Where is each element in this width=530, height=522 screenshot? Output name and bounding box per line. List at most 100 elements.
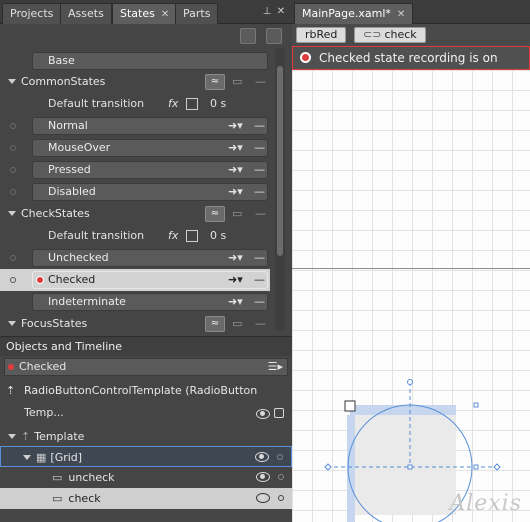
visibility-icon[interactable] (256, 493, 270, 503)
state-indicator (10, 123, 16, 129)
states-toolbar (0, 24, 292, 48)
remove-state-icon[interactable]: — (254, 117, 265, 135)
tree-item-grid[interactable]: ▦ [Grid] (0, 446, 292, 467)
close-icon[interactable]: ✕ (161, 9, 169, 20)
state-row-checked[interactable]: Checked ➜▾ — (0, 269, 270, 291)
state-label: Checked (48, 273, 96, 286)
state-label: Unchecked (48, 251, 109, 264)
add-transition-icon[interactable]: ➜▾ (228, 117, 243, 135)
tree-item-uncheck[interactable]: ▭ uncheck (0, 467, 292, 488)
add-transition-icon[interactable]: ➜▾ (228, 139, 243, 157)
remove-group-icon[interactable]: — (255, 207, 271, 221)
remove-state-icon[interactable]: — (254, 161, 265, 179)
pin-icon[interactable]: ⊥ (262, 6, 272, 18)
easing-function-icon[interactable]: fx (168, 95, 178, 113)
add-transition-icon[interactable]: ➜▾ (228, 293, 243, 311)
states-scrollbar[interactable] (275, 48, 285, 330)
state-row-mouseover[interactable]: MouseOver ➜▾ — (0, 137, 272, 159)
lock-toggle[interactable] (278, 474, 284, 480)
breadcrumb-item[interactable]: ⊂⊃ check (354, 27, 426, 43)
state-row-normal[interactable]: Normal ➜▾ — (0, 115, 272, 137)
transition-duration[interactable]: 0 s (210, 95, 226, 113)
current-state-bar[interactable]: Checked ☰▸ (4, 358, 288, 376)
remove-state-icon[interactable]: — (254, 139, 265, 157)
close-icon[interactable]: ✕ (397, 9, 405, 20)
collapse-icon[interactable] (8, 79, 16, 84)
tree-item-check[interactable]: ▭ check (0, 488, 292, 509)
tab-label: Assets (68, 7, 104, 20)
breadcrumb-item[interactable]: rbRed (296, 27, 347, 43)
template-path-row[interactable]: ⇡ RadioButtonControlTemplate (RadioButto… (0, 380, 292, 419)
artboard[interactable]: Alexis (292, 70, 530, 522)
add-state-icon[interactable]: ▭ (232, 207, 248, 221)
visibility-icon[interactable] (256, 409, 270, 419)
default-transition-row: Default transition fx 0 s (0, 93, 272, 115)
state-row-indeterminate[interactable]: Indeterminate ➜▾ — (0, 291, 272, 313)
tab-states[interactable]: States ✕ (112, 3, 178, 24)
state-row-disabled[interactable]: Disabled ➜▾ — (0, 181, 272, 203)
state-row-unchecked[interactable]: Unchecked ➜▾ — (0, 247, 272, 269)
remove-state-icon[interactable]: — (254, 183, 265, 201)
tab-mainpage[interactable]: MainPage.xaml* ✕ (294, 3, 414, 24)
add-transition-icon[interactable]: ➜▾ (228, 271, 243, 289)
easing-box-icon[interactable] (186, 98, 198, 110)
expand-icon[interactable] (8, 434, 16, 439)
add-state-icon[interactable]: ▭ (232, 317, 248, 331)
tab-label: States (120, 7, 155, 20)
default-transition-label: Default transition (48, 229, 145, 242)
transition-duration[interactable]: 0 s (210, 227, 226, 245)
add-transition-icon[interactable]: ➜▾ (228, 249, 243, 267)
remove-state-icon[interactable]: — (254, 293, 265, 311)
add-transition-icon[interactable]: ➜▾ (228, 183, 243, 201)
design-surface[interactable] (292, 70, 530, 522)
recording-icon (8, 364, 14, 370)
scrollbar-thumb[interactable] (277, 66, 283, 256)
close-panel-icon[interactable]: ✕ (276, 6, 286, 18)
breadcrumb-label: check (384, 28, 417, 41)
add-transition-icon[interactable]: ➜▾ (228, 161, 243, 179)
rotate-handle[interactable] (324, 463, 332, 471)
breadcrumb-label: rbRed (305, 28, 338, 41)
visibility-icon[interactable] (255, 452, 269, 462)
visibility-icon[interactable] (256, 472, 270, 482)
resize-handle[interactable] (473, 402, 479, 408)
remove-state-icon[interactable]: — (254, 271, 265, 289)
transition-effect-icon[interactable]: ≈ (205, 316, 225, 332)
tab-projects[interactable]: Projects (2, 3, 62, 24)
transition-effect-icon[interactable]: ≈ (205, 206, 225, 222)
state-label: Disabled (48, 185, 96, 198)
state-indicator (10, 145, 16, 151)
easing-box-icon[interactable] (186, 230, 198, 242)
add-state-icon[interactable] (266, 28, 282, 44)
tree-item-template[interactable]: ⇡ Template (0, 426, 292, 447)
remove-state-icon[interactable]: — (254, 249, 265, 267)
state-row-base[interactable]: Base (0, 50, 272, 72)
state-row-pressed[interactable]: Pressed ➜▾ — (0, 159, 272, 181)
timeline-menu-icon[interactable]: ☰▸ (268, 359, 283, 375)
scope-up-icon[interactable]: ⇡ (6, 380, 15, 402)
add-state-icon[interactable]: ▭ (232, 75, 248, 89)
rotate-handle[interactable] (493, 463, 501, 471)
add-state-group-icon[interactable] (240, 28, 256, 44)
check-element[interactable] (350, 405, 456, 515)
collapse-icon[interactable] (8, 211, 16, 216)
transition-effect-icon[interactable]: ≈ (205, 74, 225, 90)
expand-icon[interactable] (23, 455, 31, 460)
remove-group-icon[interactable]: — (255, 317, 271, 331)
collapse-icon[interactable] (8, 321, 16, 326)
state-button-base[interactable]: Base (32, 52, 268, 70)
grid-icon: ▦ (36, 451, 47, 464)
resize-handle[interactable] (473, 464, 479, 470)
lock-toggle[interactable] (278, 495, 284, 501)
grid-adorner-icon[interactable] (344, 400, 356, 412)
easing-function-icon[interactable]: fx (168, 227, 178, 245)
lock-toggle[interactable] (277, 454, 283, 460)
tab-assets[interactable]: Assets (60, 3, 112, 24)
remove-group-icon[interactable]: — (255, 75, 271, 89)
panel-tabstrip: Projects Assets States ✕ Parts ⊥ ✕ (0, 0, 292, 24)
default-transition-row: Default transition fx 0 s (0, 225, 272, 247)
resize-handle[interactable] (407, 464, 413, 470)
rotate-handle[interactable] (407, 379, 413, 385)
lock-icon[interactable] (274, 408, 284, 418)
tab-parts[interactable]: Parts (175, 3, 219, 24)
